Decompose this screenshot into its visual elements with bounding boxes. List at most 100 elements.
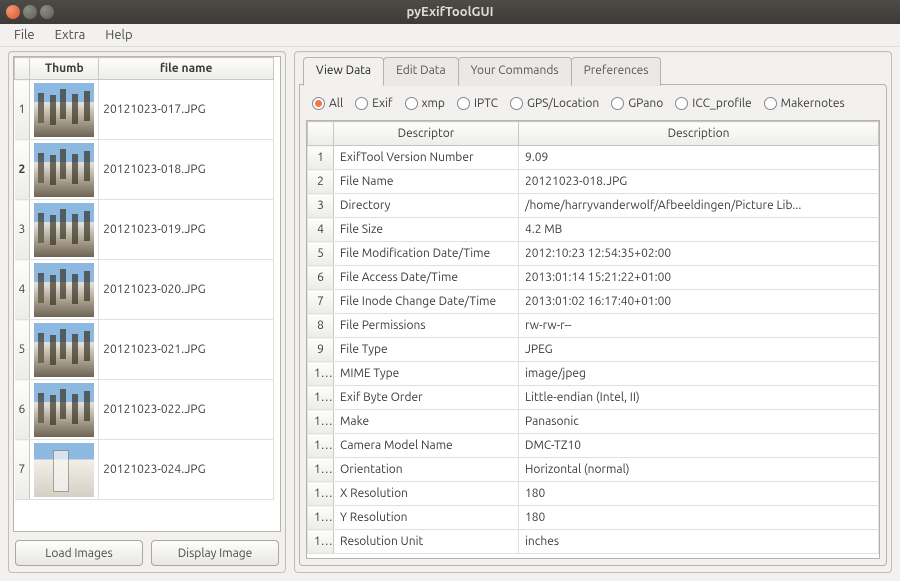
- data-row-number: 1: [308, 146, 334, 170]
- data-row-number: 11: [308, 386, 334, 410]
- data-row-number: 3: [308, 194, 334, 218]
- data-row[interactable]: 3Directory/home/harryvanderwolf/Afbeeldi…: [308, 194, 879, 218]
- tabbar: View DataEdit DataYour CommandsPreferenc…: [299, 56, 887, 85]
- tab-prefs[interactable]: Preferences: [571, 57, 662, 86]
- thumbnail-image: [34, 383, 94, 437]
- data-table: Descriptor Description 1ExifTool Version…: [307, 121, 879, 554]
- display-image-button[interactable]: Display Image: [151, 540, 279, 566]
- data-row-number: 10: [308, 362, 334, 386]
- data-row[interactable]: 5File Modification Date/Time2012:10:23 1…: [308, 242, 879, 266]
- file-row[interactable]: 520121023-021.JPG: [15, 320, 274, 380]
- file-list-pane: Thumb file name 120121023-017.JPG2201210…: [8, 51, 286, 573]
- data-row-number: 6: [308, 266, 334, 290]
- file-col-filename[interactable]: file name: [99, 58, 274, 80]
- file-row[interactable]: 120121023-017.JPG: [15, 80, 274, 140]
- filter-radio-exif[interactable]: Exif: [355, 97, 392, 110]
- radio-icon: [764, 97, 777, 110]
- radio-label: Exif: [372, 97, 392, 110]
- file-row[interactable]: 620121023-022.JPG: [15, 380, 274, 440]
- data-descriptor-cell: File Permissions: [334, 314, 519, 338]
- data-descriptor-cell: File Modification Date/Time: [334, 242, 519, 266]
- radio-icon: [312, 97, 325, 110]
- window-maximize-button[interactable]: [40, 5, 54, 19]
- data-row[interactable]: 9File TypeJPEG: [308, 338, 879, 362]
- file-row[interactable]: 320121023-019.JPG: [15, 200, 274, 260]
- file-row[interactable]: 7 20121023-024.JPG: [15, 440, 274, 500]
- data-descriptor-cell: File Inode Change Date/Time: [334, 290, 519, 314]
- menu-extra[interactable]: Extra: [45, 25, 96, 45]
- data-row[interactable]: 10MIME Typeimage/jpeg: [308, 362, 879, 386]
- data-row[interactable]: 16Y Resolution180: [308, 506, 879, 530]
- menubar: File Extra Help: [0, 24, 900, 47]
- file-name-cell: 20121023-024.JPG: [99, 440, 274, 500]
- filter-radio-icc-profile[interactable]: ICC_profile: [675, 97, 751, 110]
- filter-radio-xmp[interactable]: xmp: [405, 97, 445, 110]
- data-description-cell: 2012:10:23 12:54:35+02:00: [519, 242, 879, 266]
- data-descriptor-cell: Resolution Unit: [334, 530, 519, 554]
- radio-label: GPano: [628, 97, 663, 110]
- data-row-number: 2: [308, 170, 334, 194]
- data-description-cell: 180: [519, 506, 879, 530]
- data-row[interactable]: 2File Name20121023-018.JPG: [308, 170, 879, 194]
- data-table-scroll[interactable]: Descriptor Description 1ExifTool Version…: [307, 121, 879, 558]
- data-row[interactable]: 1ExifTool Version Number9.09: [308, 146, 879, 170]
- data-descriptor-cell: Camera Model Name: [334, 434, 519, 458]
- filter-radio-gps-location[interactable]: GPS/Location: [510, 97, 599, 110]
- data-row-number: 7: [308, 290, 334, 314]
- tab-view[interactable]: View Data: [303, 57, 384, 86]
- file-table-scroll[interactable]: Thumb file name 120121023-017.JPG2201210…: [13, 56, 281, 532]
- tab-edit[interactable]: Edit Data: [383, 57, 459, 86]
- data-row[interactable]: 11Exif Byte OrderLittle-endian (Intel, I…: [308, 386, 879, 410]
- file-row[interactable]: 220121023-018.JPG: [15, 140, 274, 200]
- load-images-button[interactable]: Load Images: [15, 540, 143, 566]
- data-row[interactable]: 4File Size4.2 MB: [308, 218, 879, 242]
- radio-label: IPTC: [474, 97, 498, 110]
- titlebar: pyExifToolGUI: [0, 0, 900, 24]
- thumbnail-image: [34, 263, 94, 317]
- data-row[interactable]: 12MakePanasonic: [308, 410, 879, 434]
- data-row-number: 8: [308, 314, 334, 338]
- file-col-thumb[interactable]: Thumb: [30, 58, 99, 80]
- radio-icon: [457, 97, 470, 110]
- menu-file[interactable]: File: [4, 25, 45, 45]
- data-descriptor-cell: X Resolution: [334, 482, 519, 506]
- thumbnail-image: [34, 323, 94, 377]
- data-row-number: 16: [308, 506, 334, 530]
- data-row[interactable]: 17Resolution Unitinches: [308, 530, 879, 554]
- data-descriptor-cell: Exif Byte Order: [334, 386, 519, 410]
- data-row[interactable]: 13Camera Model NameDMC-TZ10: [308, 434, 879, 458]
- data-row[interactable]: 15X Resolution180: [308, 482, 879, 506]
- filter-radio-iptc[interactable]: IPTC: [457, 97, 498, 110]
- data-col-descriptor[interactable]: Descriptor: [334, 122, 519, 146]
- data-col-rownum[interactable]: [308, 122, 334, 146]
- data-row[interactable]: 6File Access Date/Time2013:01:14 15:21:2…: [308, 266, 879, 290]
- data-description-cell: inches: [519, 530, 879, 554]
- data-row[interactable]: 7File Inode Change Date/Time2013:01:02 1…: [308, 290, 879, 314]
- data-description-cell: Horizontal (normal): [519, 458, 879, 482]
- file-row[interactable]: 420121023-020.JPG: [15, 260, 274, 320]
- tab-cmds[interactable]: Your Commands: [458, 57, 572, 86]
- data-row-number: 13: [308, 434, 334, 458]
- data-col-description[interactable]: Description: [519, 122, 879, 146]
- data-description-cell: /home/harryvanderwolf/Afbeeldingen/Pictu…: [519, 194, 879, 218]
- file-row-number: 4: [15, 260, 30, 320]
- filter-radio-makernotes[interactable]: Makernotes: [764, 97, 845, 110]
- data-descriptor-cell: File Name: [334, 170, 519, 194]
- data-row[interactable]: 14OrientationHorizontal (normal): [308, 458, 879, 482]
- thumbnail-image: [34, 83, 94, 137]
- data-row-number: 4: [308, 218, 334, 242]
- window-close-button[interactable]: [6, 5, 20, 19]
- data-row[interactable]: 8File Permissionsrw-rw-r--: [308, 314, 879, 338]
- radio-icon: [405, 97, 418, 110]
- menu-help[interactable]: Help: [95, 25, 142, 45]
- file-name-cell: 20121023-017.JPG: [99, 80, 274, 140]
- radio-label: GPS/Location: [527, 97, 599, 110]
- thumbnail-image: [34, 443, 94, 497]
- file-row-number: 7: [15, 440, 30, 500]
- data-description-cell: 2013:01:14 15:21:22+01:00: [519, 266, 879, 290]
- window-minimize-button[interactable]: [23, 5, 37, 19]
- file-row-number: 5: [15, 320, 30, 380]
- filter-radio-all[interactable]: All: [312, 97, 343, 110]
- file-col-rownum[interactable]: [15, 58, 30, 80]
- filter-radio-gpano[interactable]: GPano: [611, 97, 663, 110]
